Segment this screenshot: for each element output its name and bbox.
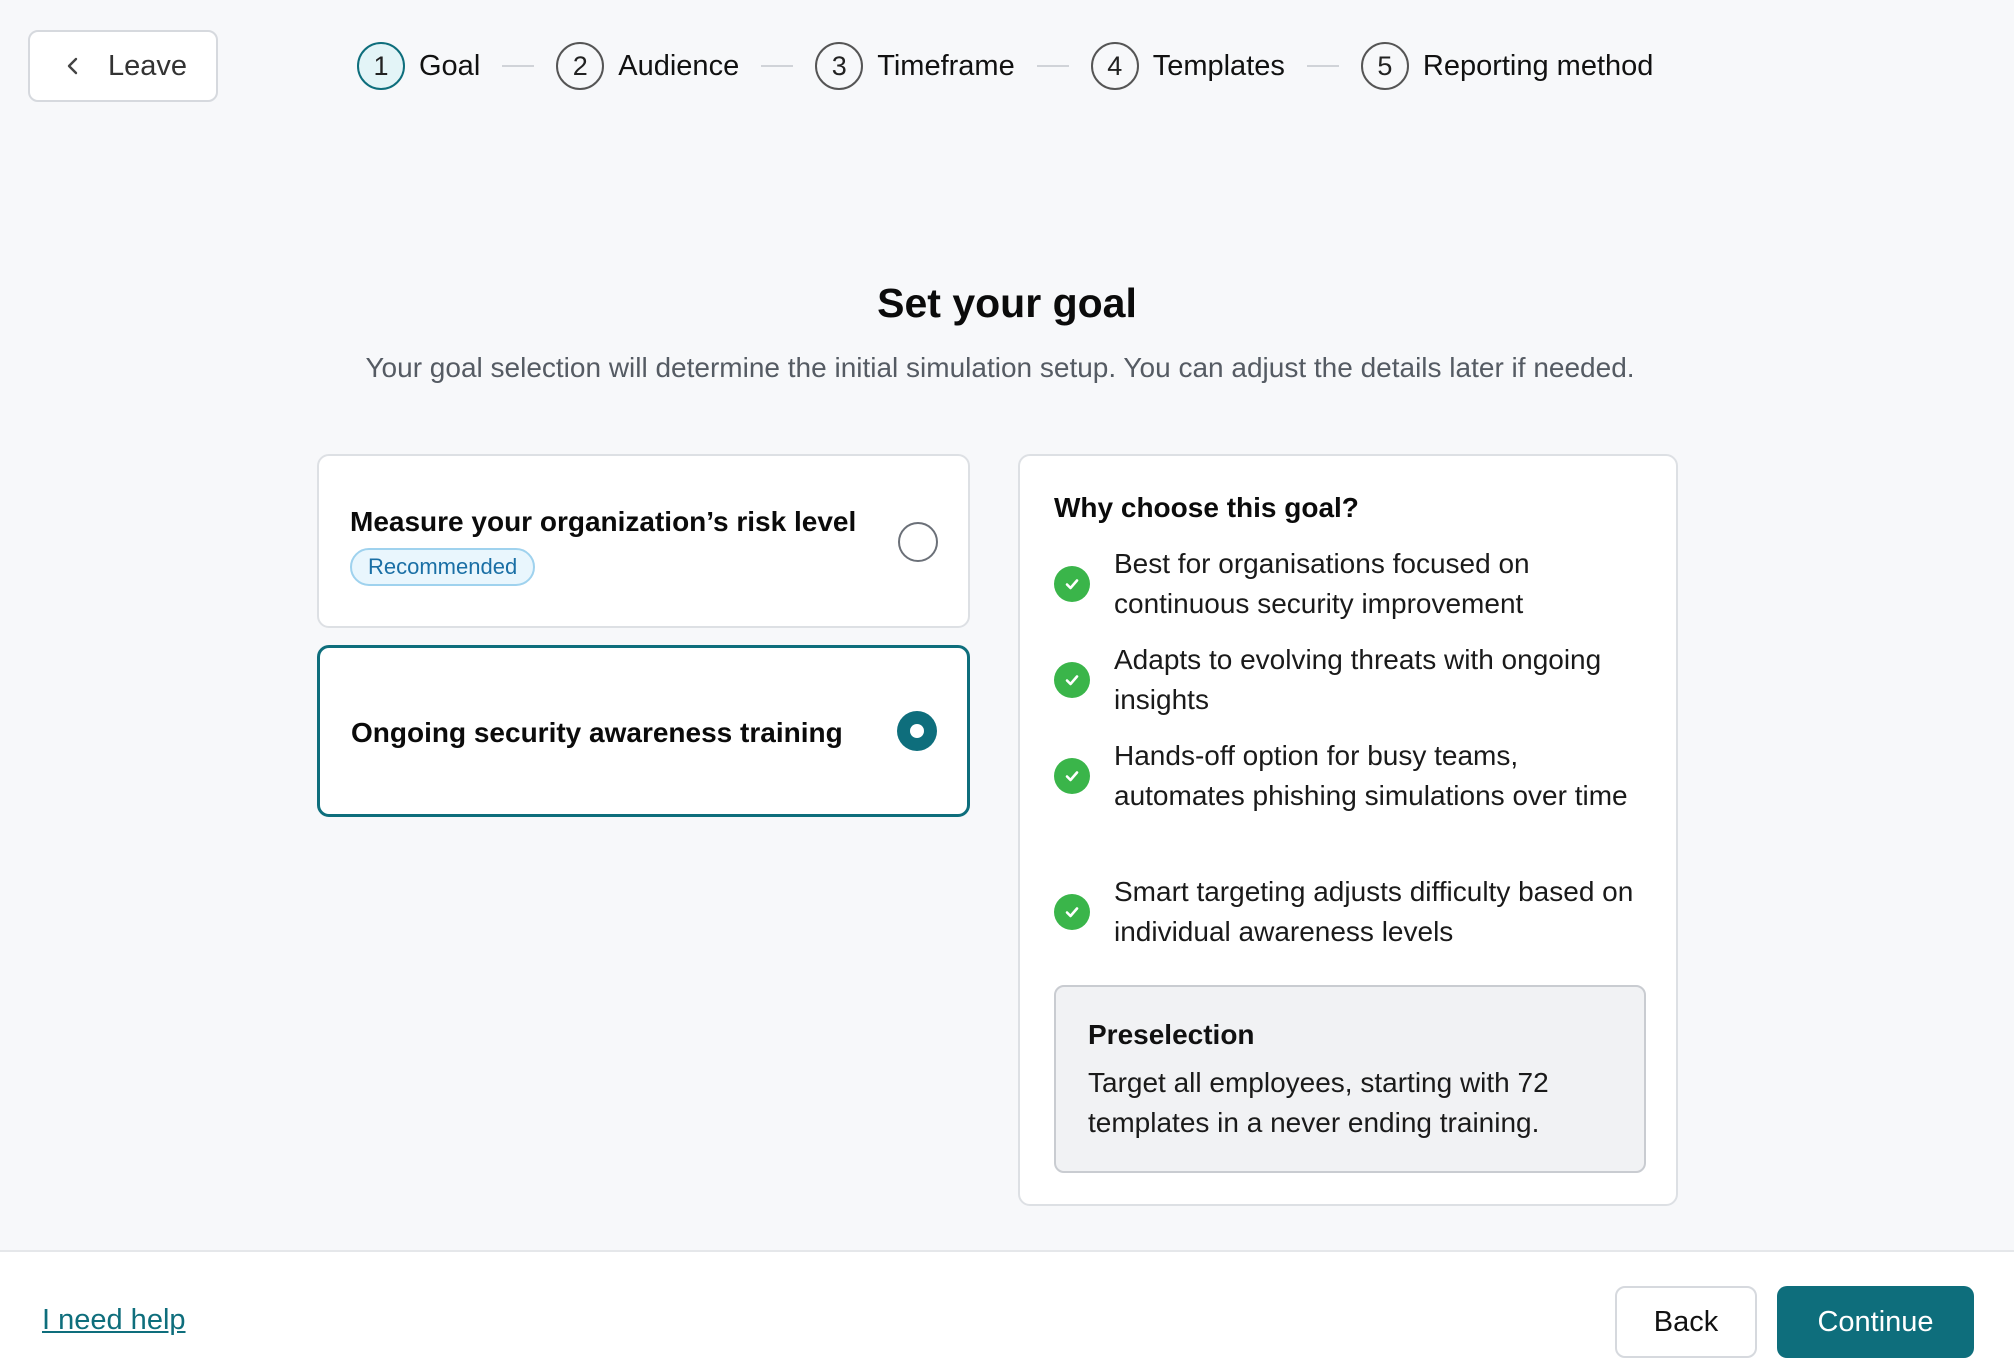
benefit-item: Hands-off option for busy teams, automat…	[1054, 736, 1654, 816]
check-circle-icon	[1054, 566, 1090, 602]
benefit-item: Adapts to evolving threats with ongoing …	[1054, 640, 1654, 720]
step-label: Reporting method	[1422, 49, 1654, 82]
page-title: Set your goal	[877, 280, 1137, 326]
recommended-badge: Recommended	[350, 548, 536, 586]
benefit-text: Hands-off option for busy teams, automat…	[1114, 740, 1628, 811]
leave-label: Leave	[108, 49, 188, 82]
stepper: 1 Goal 2 Audience 3 Timeframe 4 Template…	[357, 41, 1653, 91]
step-number: 1	[357, 42, 405, 90]
check-circle-icon	[1054, 894, 1090, 930]
leave-button[interactable]: Leave	[28, 30, 218, 102]
benefit-item: Best for organisations focused on contin…	[1054, 544, 1654, 624]
why-title: Why choose this goal?	[1054, 492, 1359, 523]
footer-bar: I need help Back Continue	[0, 1250, 2014, 1372]
benefit-text: Smart targeting adjusts difficulty based…	[1114, 876, 1634, 947]
benefit-item: Smart targeting adjusts difficulty based…	[1054, 872, 1654, 952]
step-label: Audience	[618, 49, 740, 82]
step-separator	[761, 65, 794, 67]
step-label: Goal	[419, 49, 481, 82]
step-number: 4	[1090, 42, 1139, 90]
check-circle-icon	[1054, 662, 1090, 698]
radio-button[interactable]	[898, 522, 938, 562]
step-separator	[1306, 65, 1339, 67]
goal-option-risk-level[interactable]: Measure your organization’s risk level R…	[317, 454, 970, 628]
back-button[interactable]: Back	[1615, 1286, 1757, 1358]
preselection-title: Preselection	[1088, 1019, 1255, 1050]
option-title: Measure your organization’s risk level	[350, 506, 857, 537]
step-number: 3	[815, 42, 864, 90]
why-choose-panel: Why choose this goal? Best for organisat…	[1018, 454, 1678, 1206]
step-goal[interactable]: 1 Goal	[357, 42, 480, 90]
step-label: Timeframe	[877, 49, 1015, 82]
benefit-text: Best for organisations focused on contin…	[1114, 548, 1530, 619]
preselection-box: Preselection Target all employees, start…	[1054, 985, 1646, 1173]
page-subtitle: Your goal selection will determine the i…	[365, 352, 1635, 383]
radio-button-selected[interactable]	[897, 711, 937, 751]
step-label: Templates	[1152, 49, 1285, 82]
preselection-text: Target all employees, starting with 72 t…	[1088, 1067, 1549, 1138]
top-bar: Leave 1 Goal 2 Audience 3 Timeframe 4 Te…	[0, 0, 2014, 140]
option-title: Ongoing security awareness training	[351, 717, 843, 748]
step-timeframe[interactable]: 3 Timeframe	[815, 42, 1015, 90]
step-separator	[1036, 65, 1069, 67]
help-link[interactable]: I need help	[42, 1304, 186, 1337]
continue-button[interactable]: Continue	[1777, 1286, 1974, 1358]
step-audience[interactable]: 2 Audience	[556, 42, 739, 90]
step-separator	[502, 65, 535, 67]
check-circle-icon	[1054, 758, 1090, 794]
step-number: 5	[1360, 42, 1409, 90]
step-number: 2	[556, 42, 605, 90]
step-reporting-method[interactable]: 5 Reporting method	[1360, 42, 1654, 90]
benefit-text: Adapts to evolving threats with ongoing …	[1114, 644, 1602, 715]
step-templates[interactable]: 4 Templates	[1090, 42, 1285, 90]
goal-option-awareness-training[interactable]: Ongoing security awareness training	[317, 645, 970, 817]
chevron-left-icon	[67, 57, 78, 75]
